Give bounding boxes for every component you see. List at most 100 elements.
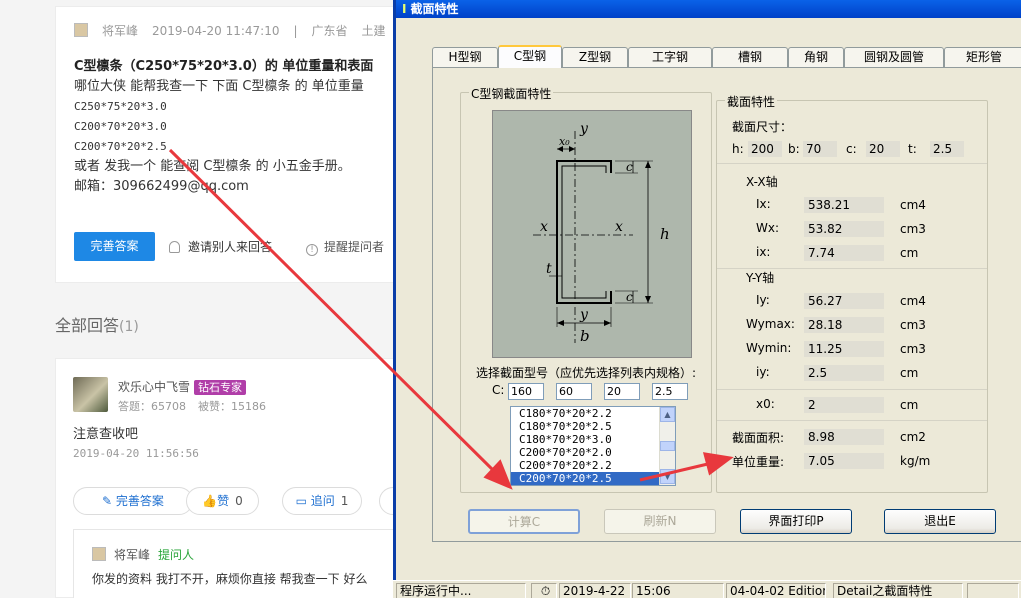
- c-section-drawing: y x₀ c x x h t c y b: [533, 121, 670, 345]
- c-section-diagram: y x₀ c x x h t c y b: [492, 110, 692, 358]
- tab-angle[interactable]: 角钢: [788, 47, 844, 67]
- followup-count: 1: [340, 494, 349, 508]
- remind-label: 提醒提问者: [324, 240, 385, 254]
- prop-area-value: 8.98: [804, 429, 884, 445]
- label-x-right: x: [615, 219, 623, 235]
- size-c-label: c:: [846, 142, 857, 156]
- prop-wx-label: Wx:: [756, 221, 780, 235]
- like-button[interactable]: 👍赞 0: [186, 487, 259, 515]
- likes-stat: 被赞：15186: [198, 400, 266, 413]
- prop-area-label: 截面面积:: [732, 431, 785, 445]
- author-avatar[interactable]: [74, 23, 88, 37]
- spec-line: C200*70*20*2.5: [74, 140, 167, 153]
- answer-text: 注意查收吧: [73, 427, 139, 442]
- dim-b-input[interactable]: 60: [556, 383, 592, 400]
- answerer-avatar[interactable]: [73, 377, 108, 412]
- tab-round-tube[interactable]: 圆钢及圆管: [844, 47, 944, 67]
- answer-time: 2019-04-20 11:56:56: [73, 447, 199, 460]
- tab-c-steel[interactable]: C型钢: [498, 45, 562, 68]
- prop-wymin-value: 11.25: [804, 341, 884, 357]
- scroll-up-icon[interactable]: ▲: [660, 407, 675, 422]
- print-button[interactable]: 界面打印P: [740, 509, 852, 534]
- prop-wymax-unit: cm3: [900, 318, 926, 332]
- list-item[interactable]: C180*70*20*2.5: [511, 420, 675, 433]
- section-size-title: 截面尺寸：: [732, 120, 793, 134]
- properties-group-label: 截面特性: [725, 93, 778, 110]
- prop-ix-value: 538.21: [804, 197, 884, 213]
- tab-channel[interactable]: 槽钢: [712, 47, 788, 67]
- window-title: 截面特性: [410, 2, 459, 16]
- scroll-thumb[interactable]: [660, 441, 675, 451]
- prop-wymin-label: Wymin:: [746, 341, 792, 355]
- followup-card: 将军峰 提问人 你发的资料 我打不开，麻烦你直接 帮我查一下 好么: [73, 529, 403, 598]
- label-c-bottom: c: [626, 290, 633, 304]
- prop-x0-value: 2: [804, 397, 884, 413]
- label-b: b: [580, 327, 590, 345]
- list-scrollbar[interactable]: ▲ ▼: [659, 407, 675, 485]
- dim-h-input[interactable]: 160: [508, 383, 544, 400]
- remind-asker-link[interactable]: ! 提醒提问者: [306, 238, 384, 256]
- scroll-down-icon[interactable]: ▼: [660, 469, 675, 484]
- question-author[interactable]: 将军峰: [102, 24, 138, 38]
- complete-answer-pill[interactable]: ✎ 完善答案: [73, 487, 193, 515]
- edit-icon: ✎: [102, 494, 116, 508]
- calculate-button[interactable]: 计算C: [468, 509, 580, 534]
- person-icon: [169, 241, 180, 253]
- comment-icon: ▭: [295, 494, 311, 508]
- prop-ix-unit: cm4: [900, 198, 926, 212]
- prop-iy-value: 56.27: [804, 293, 884, 309]
- separator: [717, 389, 987, 390]
- status-edition: 04-04-02 Edition: [726, 583, 826, 598]
- invite-answer-link[interactable]: 邀请别人来回答: [169, 238, 272, 255]
- prop-wymax-label: Wymax:: [746, 317, 795, 331]
- status-module: Detail之截面特性: [833, 583, 963, 598]
- followup-text: 你发的资料 我打不开，麻烦你直接 帮我查一下 好么: [92, 572, 368, 586]
- invite-label: 邀请别人来回答: [188, 240, 273, 254]
- answerer-line: 欢乐心中飞雪 钻石专家: [118, 378, 247, 395]
- refresh-button[interactable]: 刷新N: [604, 509, 716, 534]
- spec-line: C200*70*20*3.0: [74, 120, 167, 133]
- email-line: 邮箱：309662499@qq.com: [74, 179, 249, 194]
- followup-meta: 将军峰 提问人: [92, 546, 194, 563]
- spec-line: C250*75*20*3.0: [74, 100, 167, 113]
- list-item[interactable]: C180*70*20*2.2: [511, 407, 675, 420]
- label-h: h: [660, 225, 670, 243]
- status-bar: 程序运行中... ⏱ 2019-4-22 15:06 04-04-02 Edit…: [393, 580, 1021, 598]
- tab-i-beam[interactable]: 工字钢: [628, 47, 712, 67]
- complete-answer-button[interactable]: 完善答案: [74, 232, 155, 261]
- size-t-value: 2.5: [930, 141, 964, 157]
- qa-webpage: 将军峰 2019-04-20 11:47:10 | 广东省 土建 C型檩条（C250*7…: [0, 0, 419, 598]
- tab-h-steel[interactable]: H型钢: [432, 47, 498, 67]
- tab-rect-tube[interactable]: 矩形管: [944, 47, 1021, 67]
- list-item[interactable]: C200*70*20*2.2: [511, 459, 675, 472]
- question-category[interactable]: 土建: [362, 24, 386, 38]
- size-c-value: 20: [866, 141, 900, 157]
- list-item[interactable]: C200*70*20*2.0: [511, 446, 675, 459]
- prop-wx-unit: cm3: [900, 222, 926, 236]
- status-empty-cell: [967, 583, 1019, 598]
- xx-axis-label: X-X轴: [746, 175, 778, 189]
- question-datetime: 2019-04-20 11:47:10: [152, 24, 280, 38]
- meta-separator: |: [293, 24, 298, 38]
- section-size-list[interactable]: C180*70*20*2.2 C180*70*20*2.5 C180*70*20…: [510, 406, 676, 486]
- status-time: 15:06: [632, 583, 724, 598]
- exit-button[interactable]: 退出E: [884, 509, 996, 534]
- dim-t-input[interactable]: 2.5: [652, 383, 688, 400]
- label-y-top: y: [579, 121, 589, 137]
- list-item[interactable]: C180*70*20*3.0: [511, 433, 675, 446]
- body-line: 哪位大侠 能帮我查一下 下面 C型檩条 的 单位重量: [74, 79, 364, 94]
- screen: 将军峰 2019-04-20 11:47:10 | 广东省 土建 C型檩条（C250*7…: [0, 0, 1021, 598]
- followup-button[interactable]: ▭ 追问 1: [282, 487, 362, 515]
- separator: [717, 420, 987, 421]
- like-count: 0: [235, 494, 243, 508]
- yy-axis-label: Y-Y轴: [746, 271, 775, 285]
- clock-icon: ⏱: [531, 583, 557, 598]
- window-titlebar[interactable]: I 截面特性: [396, 0, 1021, 18]
- question-meta: 将军峰 2019-04-20 11:47:10 | 广东省 土建: [74, 22, 400, 39]
- followup-author[interactable]: 将军峰: [114, 548, 150, 562]
- dim-c-input[interactable]: 20: [604, 383, 640, 400]
- prop-x0-unit: cm: [900, 398, 919, 412]
- tab-z-steel[interactable]: Z型钢: [562, 47, 628, 67]
- answerer-name[interactable]: 欢乐心中飞雪: [118, 380, 190, 394]
- list-item-selected[interactable]: C200*70*20*2.5: [511, 472, 675, 485]
